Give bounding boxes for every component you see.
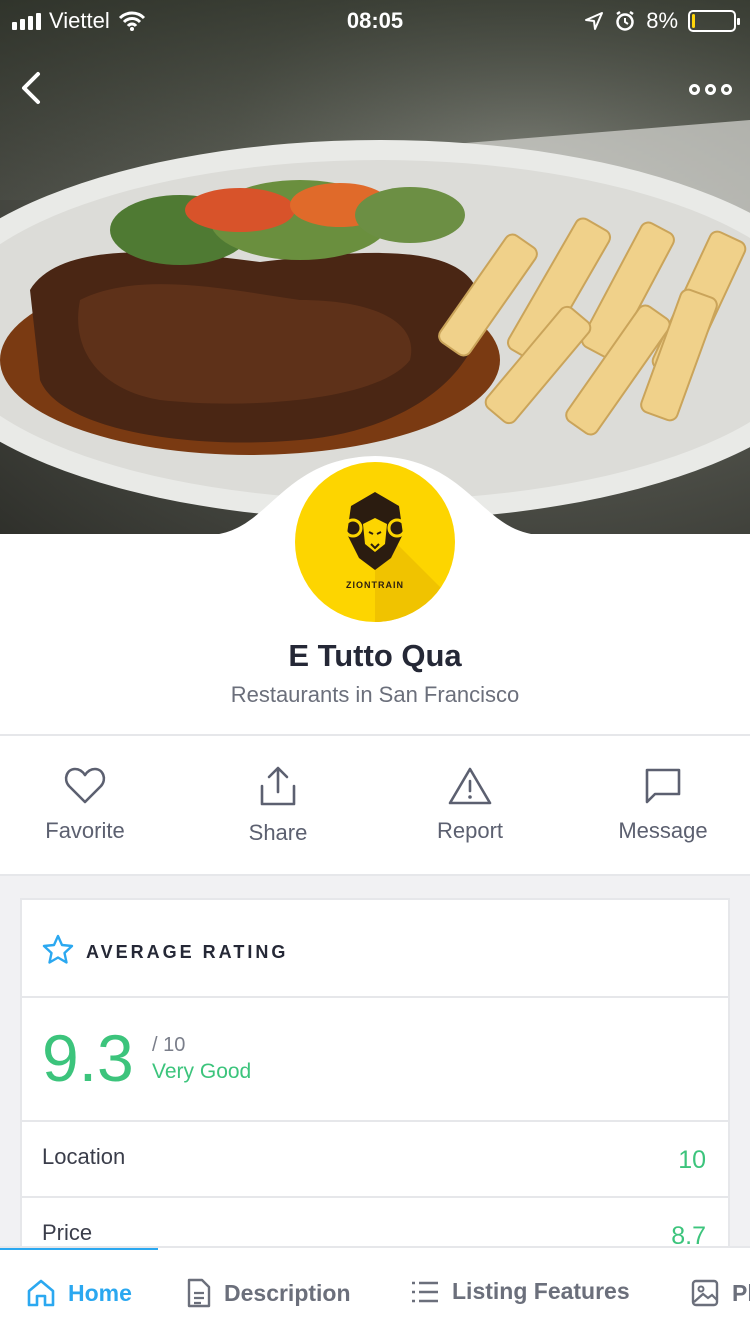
listing-logo: ZIONTRAIN [295, 462, 455, 622]
tab-listing-features-label: Listing Features [452, 1278, 630, 1304]
tab-home[interactable]: Home [26, 1278, 132, 1308]
logo-brand-text: ZIONTRAIN [346, 580, 404, 590]
share-icon [260, 766, 296, 806]
message-button[interactable]: Message [578, 766, 748, 844]
status-bar: Viettel 08:05 8% [0, 0, 750, 40]
average-rating-card: AVERAGE RATING 9.3 / 10 Very Good Locati… [20, 898, 730, 1274]
chevron-left-icon [22, 72, 40, 104]
rating-item-label: Location [42, 1144, 126, 1169]
battery-percent: 8% [646, 8, 678, 33]
share-button[interactable]: Share [193, 766, 363, 846]
rating-heading: AVERAGE RATING [86, 942, 289, 962]
more-options-button[interactable] [689, 84, 732, 95]
tab-description-label: Description [224, 1279, 351, 1306]
rating-max: / 10 [152, 1034, 186, 1056]
favorite-button[interactable]: Favorite [0, 766, 170, 844]
battery-icon [688, 10, 740, 32]
report-label: Report [436, 818, 504, 843]
tab-home-label: Home [68, 1279, 132, 1306]
list-icon [412, 1281, 438, 1302]
action-bar: Favorite Share Report Message [0, 734, 750, 876]
star-icon [42, 934, 74, 964]
tab-listing-features[interactable]: Listing Features [410, 1278, 630, 1305]
listing-subtitle: Restaurants in San Francisco [230, 682, 520, 707]
heart-icon [64, 767, 106, 804]
home-icon [27, 1279, 55, 1307]
rating-card-header: AVERAGE RATING [22, 900, 728, 998]
tab-photos[interactable]: Ph [690, 1278, 750, 1308]
message-label: Message [618, 818, 708, 843]
rating-item-label: Price [42, 1220, 93, 1245]
report-button[interactable]: Report [385, 766, 555, 844]
location-arrow-icon [585, 12, 604, 30]
rating-item-value: 10 [678, 1146, 706, 1174]
rating-score: 9.3 [42, 1021, 134, 1095]
favorite-label: Favorite [45, 818, 125, 843]
tab-photos-label: Ph [732, 1279, 750, 1306]
alarm-icon [616, 10, 634, 31]
more-dots-icon [689, 84, 700, 95]
image-icon [691, 1279, 719, 1307]
bottom-tab-bar: Home Description Listing Features Ph [0, 1246, 750, 1334]
listing-title: E Tutto Qua [288, 638, 462, 673]
back-button[interactable] [18, 70, 42, 111]
document-icon [187, 1278, 211, 1308]
share-label: Share [248, 820, 308, 845]
message-icon [645, 768, 681, 804]
rating-score-row: 9.3 / 10 Very Good [22, 998, 728, 1122]
lion-logo-icon [343, 492, 455, 622]
warning-icon [448, 767, 492, 805]
tab-description[interactable]: Description [186, 1278, 351, 1308]
active-tab-indicator [0, 1248, 158, 1250]
rating-item-location: Location 10 [22, 1122, 728, 1198]
rating-verdict: Very Good [152, 1060, 252, 1083]
